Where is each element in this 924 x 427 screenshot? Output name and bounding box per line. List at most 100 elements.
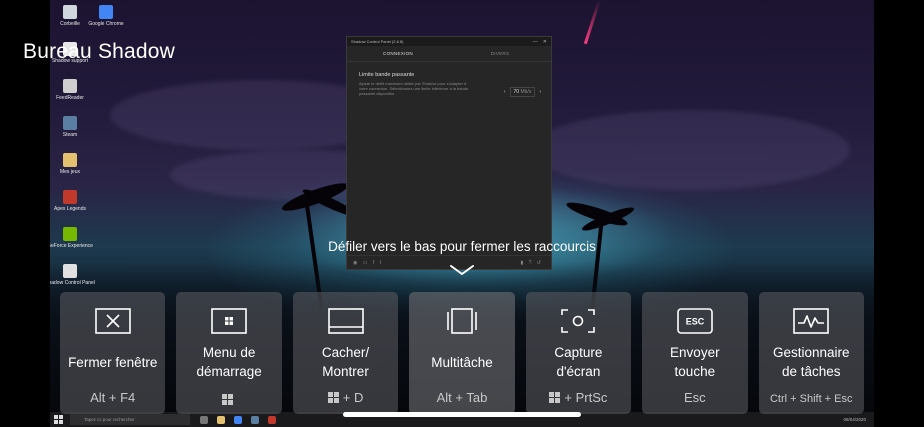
desktop-icon-label: Steam xyxy=(62,132,78,138)
desktop-icon[interactable]: Apex Legends xyxy=(52,187,88,224)
shortcut-screenshot-button[interactable]: Capture d'écran + PrtSc xyxy=(525,292,632,414)
chevron-down-icon[interactable] xyxy=(449,264,475,276)
folder-icon xyxy=(63,153,77,167)
minimize-icon[interactable]: — xyxy=(533,39,538,45)
desktop-icon-label: Shadow Control Panel xyxy=(45,280,95,286)
shortcut-task-manager-button[interactable]: Gestionnaire de tâches Ctrl + Shift + Esc xyxy=(758,292,864,414)
video-icon[interactable]: ▭ xyxy=(363,260,368,266)
desktop-icon-label: Apex Legends xyxy=(54,206,86,212)
close-window-icon xyxy=(93,306,133,336)
shortcut-keys: Esc xyxy=(642,390,747,405)
shadow-control-panel-window[interactable]: Shadow Control Panel (2.6.8) — ✕ CONNEXI… xyxy=(346,36,552,270)
shortcut-keys-text: Alt + F4 xyxy=(90,390,136,405)
shortcut-multitask-button[interactable]: Multitâche Alt + Tab xyxy=(409,292,515,414)
shortcut-label: Multitâche xyxy=(431,354,493,370)
task-manager-icon xyxy=(791,306,831,336)
recycle-bin-icon xyxy=(63,5,77,19)
chrome-icon[interactable] xyxy=(234,415,242,424)
shortcut-keys-text: Alt + Tab xyxy=(436,390,488,405)
panel-body: Limite bande passante Ajuste le débit ma… xyxy=(347,62,551,106)
bandwidth-value-field[interactable]: 70 Mb/s xyxy=(509,87,536,97)
close-icon[interactable]: ✕ xyxy=(543,39,547,45)
shortcut-keys-text: Ctrl + Shift + Esc xyxy=(769,393,853,405)
shadow-control-icon xyxy=(63,264,77,278)
desktop-icon-label: Google Chrome xyxy=(88,21,124,27)
shortcut-keys-text: + PrtSc xyxy=(564,390,608,405)
svg-text:ESC: ESC xyxy=(686,317,705,327)
wallpaper-meteor xyxy=(583,0,601,45)
home-indicator[interactable] xyxy=(343,412,581,417)
shortcut-keys: + D xyxy=(293,390,398,405)
apex-icon xyxy=(63,190,77,204)
windows-key-icon xyxy=(221,394,233,405)
desktop-icon[interactable]: Google Chrome xyxy=(88,2,124,39)
desktop-icon-column: Google Chrome xyxy=(88,2,124,39)
shortcut-label: Fermer fenêtre xyxy=(68,354,158,370)
shortcut-start-menu-button[interactable]: Menu de démarrage xyxy=(176,292,282,414)
bandwidth-description: Ajuste le débit maximum utilisé par Shad… xyxy=(359,81,469,96)
chevron-left-icon[interactable]: ‹ xyxy=(504,89,506,95)
stats-icon[interactable]: ▮ xyxy=(520,260,523,266)
shortcut-label: Cacher/ Montrer xyxy=(321,345,370,379)
taskbar-search-input[interactable]: Tapez ici pour rechercher xyxy=(70,414,190,425)
desktop-icon[interactable]: Steam xyxy=(52,113,88,150)
shortcut-label: Envoyer touche xyxy=(670,345,720,379)
shortcut-keys: + PrtSc xyxy=(526,390,631,405)
taskbar-clock[interactable]: 08/04/2020 xyxy=(843,417,874,422)
window-title: Shadow Control Panel (2.6.8) xyxy=(351,39,404,44)
shortcut-esc-key-button[interactable]: ESC Envoyer touche Esc xyxy=(642,292,748,414)
shortcut-keys: Ctrl + Shift + Esc xyxy=(759,393,864,405)
shortcut-keys-text: + D xyxy=(342,390,364,405)
desktop-icon[interactable]: Corbeille xyxy=(52,2,88,39)
page-title: Bureau Shadow xyxy=(23,40,176,63)
desktop-icon-label: FeedReader xyxy=(56,95,84,101)
shortcut-keys: Alt + F4 xyxy=(60,390,165,405)
streaming-stage: Corbeille Shadow support FeedReader Steam Me… xyxy=(0,0,924,427)
twitter-icon[interactable]: t xyxy=(380,260,381,266)
shortcut-keys-text: Esc xyxy=(683,390,706,405)
tab-divers[interactable]: DIVERS xyxy=(449,51,551,56)
scroll-hint-text: Défiler vers le bas pour fermer les racc… xyxy=(328,239,596,254)
shortcut-label: Gestionnaire de tâches xyxy=(772,345,850,379)
help-icon[interactable]: ? xyxy=(529,260,532,266)
tab-connexion[interactable]: CONNEXION xyxy=(347,51,449,56)
shortcut-label: Capture d'écran xyxy=(554,345,603,379)
letterbox-right xyxy=(874,0,924,427)
chevron-right-icon[interactable]: › xyxy=(539,89,541,95)
start-button[interactable] xyxy=(54,414,64,425)
feedreader-icon xyxy=(63,79,77,93)
letterbox-left xyxy=(0,0,50,427)
taskbar-apps xyxy=(200,415,276,424)
task-view-icon[interactable] xyxy=(200,415,208,424)
esc-key-icon: ESC xyxy=(675,306,715,336)
wallpaper-cloud xyxy=(530,110,850,190)
desktop-icon[interactable]: FeedReader xyxy=(52,76,88,113)
facebook-icon[interactable]: f xyxy=(373,260,374,266)
shortcut-bar: Fermer fenêtre Alt + F4 Menu de démarrage C… xyxy=(60,292,864,414)
explorer-icon[interactable] xyxy=(217,415,225,424)
screenshot-icon xyxy=(558,306,598,336)
restart-icon[interactable]: ↺ xyxy=(537,260,541,266)
chrome-icon xyxy=(99,5,113,19)
steam-icon[interactable] xyxy=(251,415,259,424)
apex-icon[interactable] xyxy=(268,415,276,424)
desktop-icon-label: Mes jeux xyxy=(59,169,80,175)
shortcut-label: Menu de démarrage xyxy=(196,345,262,379)
shortcut-keys xyxy=(176,394,281,405)
start-menu-icon xyxy=(209,306,249,336)
shortcut-close-window-button[interactable]: Fermer fenêtre Alt + F4 xyxy=(60,292,166,414)
desktop-icon[interactable]: Mes jeux xyxy=(52,150,88,187)
bandwidth-unit: Mb/s xyxy=(520,89,532,95)
bandwidth-value: 70 xyxy=(513,89,520,95)
bandwidth-stepper[interactable]: ‹ 70 Mb/s › xyxy=(504,87,541,97)
window-titlebar[interactable]: Shadow Control Panel (2.6.8) — ✕ xyxy=(347,37,551,46)
shortcut-keys: Alt + Tab xyxy=(409,390,514,405)
discord-icon[interactable]: ◉ xyxy=(353,260,357,266)
shortcut-show-desktop-button[interactable]: Cacher/ Montrer + D xyxy=(292,292,399,414)
windows-key-icon xyxy=(549,392,561,403)
steam-icon xyxy=(63,116,77,130)
desktop-icon-label: Corbeille xyxy=(60,21,80,27)
windows-key-icon xyxy=(327,392,339,403)
multitask-icon xyxy=(442,306,482,336)
show-desktop-icon xyxy=(326,306,366,336)
